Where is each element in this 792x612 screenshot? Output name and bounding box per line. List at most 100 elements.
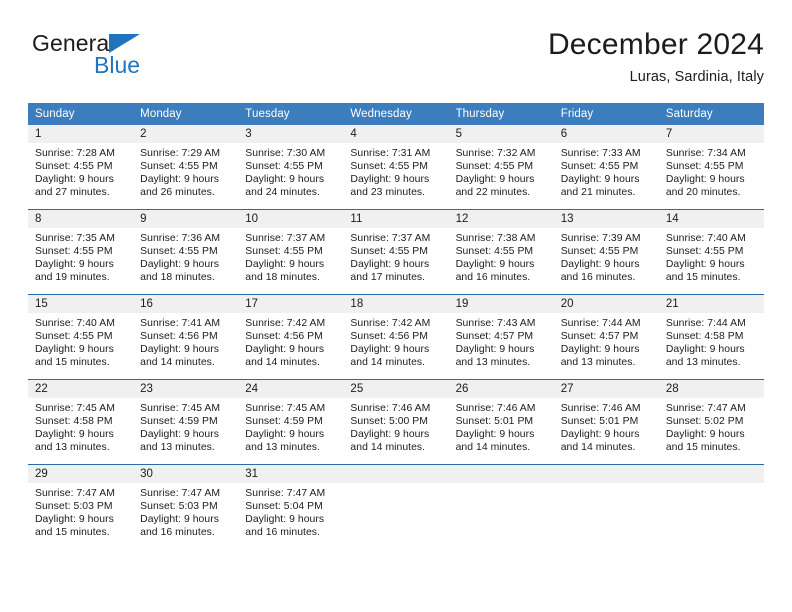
weekday-header-wednesday: Wednesday [343, 103, 449, 125]
daylight-text-line1: Daylight: 9 hours [350, 344, 430, 356]
daylight-text-line2: and 13 minutes. [140, 442, 215, 454]
day-details: Sunrise: 7:34 AM Sunset: 4:55 PM Daylight:… [659, 143, 764, 199]
daylight-text-line1: Daylight: 9 hours [665, 174, 745, 186]
day-details: Sunrise: 7:46 AM Sunset: 5:01 PM Daylight:… [449, 398, 554, 454]
sunrise-text: Sunrise: 7:46 AM [455, 403, 536, 414]
sunrise-sunset-calendar: Sunday Monday Tuesday Wednesday Thursday… [28, 103, 764, 549]
daylight-text-line1: Daylight: 9 hours [35, 259, 114, 271]
day-details: Sunrise: 7:46 AM Sunset: 5:00 PM Daylight:… [343, 398, 448, 454]
day-details: Sunrise: 7:47 AM Sunset: 5:03 PM Daylight:… [133, 483, 238, 539]
day-details: Sunrise: 7:29 AM Sunset: 4:55 PM Daylight:… [133, 143, 238, 199]
day-number: 30 [133, 465, 239, 483]
day-cell[interactable]: 24 Sunrise: 7:45 AM Sunset: 4:59 PM Dayligh… [238, 379, 344, 465]
sunrise-text: Sunrise: 7:35 AM [35, 233, 115, 244]
day-cell[interactable]: 7 Sunrise: 7:34 AM Sunset: 4:55 PM Daylight… [658, 125, 764, 210]
sunrise-text: Sunrise: 7:36 AM [140, 233, 221, 244]
day-details: Sunrise: 7:28 AM Sunset: 4:55 PM Daylight:… [28, 143, 133, 199]
day-number: 20 [553, 295, 659, 313]
day-cell[interactable]: 5 Sunrise: 7:32 AM Sunset: 4:55 PM Daylight… [448, 125, 554, 210]
weekday-header-sunday: Sunday [28, 103, 134, 125]
day-cell[interactable]: 4 Sunrise: 7:31 AM Sunset: 4:55 PM Daylight… [343, 125, 449, 210]
sunrise-text: Sunrise: 7:40 AM [665, 233, 746, 244]
sunrise-text: Sunrise: 7:44 AM [665, 318, 746, 329]
day-details: Sunrise: 7:41 AM Sunset: 4:56 PM Daylight:… [133, 313, 238, 369]
day-cell[interactable]: 18 Sunrise: 7:42 AM Sunset: 4:56 PM Dayligh… [343, 294, 449, 380]
daylight-text-line2: and 16 minutes. [560, 272, 636, 284]
day-cell[interactable]: 20 Sunrise: 7:44 AM Sunset: 4:57 PM Dayligh… [553, 294, 659, 380]
sunrise-text: Sunrise: 7:37 AM [350, 233, 431, 244]
day-cell-empty [343, 464, 449, 549]
daylight-text-line1: Daylight: 9 hours [665, 259, 745, 271]
daylight-text-line2: and 13 minutes. [245, 442, 320, 454]
day-cell[interactable]: 30 Sunrise: 7:47 AM Sunset: 5:03 PM Dayligh… [133, 464, 239, 549]
day-number: 16 [133, 295, 239, 313]
daylight-text-line2: and 14 minutes. [350, 442, 426, 454]
day-cell[interactable]: 31 Sunrise: 7:47 AM Sunset: 5:04 PM Dayligh… [238, 464, 344, 549]
day-cell[interactable]: 13 Sunrise: 7:39 AM Sunset: 4:55 PM Dayligh… [553, 209, 659, 295]
day-cell[interactable]: 22 Sunrise: 7:45 AM Sunset: 4:58 PM Dayligh… [28, 379, 134, 465]
day-cell[interactable]: 17 Sunrise: 7:42 AM Sunset: 4:56 PM Dayligh… [238, 294, 344, 380]
day-cell-empty [553, 464, 659, 549]
daylight-text-line2: and 27 minutes. [35, 187, 110, 199]
sunrise-text: Sunrise: 7:33 AM [560, 148, 641, 159]
day-cell[interactable]: 10 Sunrise: 7:37 AM Sunset: 4:55 PM Dayligh… [238, 209, 344, 295]
day-details: Sunrise: 7:39 AM Sunset: 4:55 PM Daylight:… [554, 228, 659, 284]
day-cell[interactable]: 28 Sunrise: 7:47 AM Sunset: 5:02 PM Dayligh… [658, 379, 764, 465]
day-details [659, 483, 764, 487]
day-number: 8 [28, 210, 134, 228]
day-cell[interactable]: 2 Sunrise: 7:29 AM Sunset: 4:55 PM Daylight… [133, 125, 239, 210]
daylight-text-line1: Daylight: 9 hours [665, 429, 745, 441]
day-cell[interactable]: 29 Sunrise: 7:47 AM Sunset: 5:03 PM Dayligh… [28, 464, 134, 549]
day-details: Sunrise: 7:44 AM Sunset: 4:57 PM Daylight:… [554, 313, 659, 369]
sunrise-text: Sunrise: 7:46 AM [560, 403, 641, 414]
daylight-text-line1: Daylight: 9 hours [245, 259, 325, 271]
day-cell[interactable]: 9 Sunrise: 7:36 AM Sunset: 4:55 PM Daylight… [133, 209, 239, 295]
day-cell[interactable]: 14 Sunrise: 7:40 AM Sunset: 4:55 PM Dayligh… [658, 209, 764, 295]
sunset-text: Sunset: 4:55 PM [455, 246, 534, 258]
day-number: 18 [343, 295, 449, 313]
day-cell[interactable]: 21 Sunrise: 7:44 AM Sunset: 4:58 PM Dayligh… [658, 294, 764, 380]
daylight-text-line1: Daylight: 9 hours [560, 429, 640, 441]
day-cell[interactable]: 19 Sunrise: 7:43 AM Sunset: 4:57 PM Dayligh… [448, 294, 554, 380]
sunset-text: Sunset: 4:55 PM [665, 161, 744, 173]
day-number [448, 465, 554, 483]
sunset-text: Sunset: 4:57 PM [455, 331, 534, 343]
day-cell[interactable]: 6 Sunrise: 7:33 AM Sunset: 4:55 PM Daylight… [553, 125, 659, 210]
daylight-text-line2: and 18 minutes. [245, 272, 320, 284]
daylight-text-line2: and 17 minutes. [350, 272, 426, 284]
sunrise-text: Sunrise: 7:38 AM [455, 233, 536, 244]
sunset-text: Sunset: 5:00 PM [350, 416, 428, 428]
calendar-week-row: 22 Sunrise: 7:45 AM Sunset: 4:58 PM Dayligh… [28, 379, 764, 465]
day-cell[interactable]: 15 Sunrise: 7:40 AM Sunset: 4:55 PM Dayligh… [28, 294, 134, 380]
sunset-text: Sunset: 4:58 PM [665, 331, 744, 343]
day-cell[interactable]: 23 Sunrise: 7:45 AM Sunset: 4:59 PM Dayligh… [133, 379, 239, 465]
day-cell[interactable]: 1 Sunrise: 7:28 AM Sunset: 4:55 PM Daylight… [28, 125, 134, 210]
sunset-text: Sunset: 5:02 PM [665, 416, 744, 428]
daylight-text-line1: Daylight: 9 hours [455, 174, 535, 186]
sunset-text: Sunset: 4:56 PM [245, 331, 323, 343]
daylight-text-line1: Daylight: 9 hours [140, 344, 219, 356]
daylight-text-line2: and 15 minutes. [35, 527, 110, 539]
daylight-text-line2: and 16 minutes. [245, 527, 320, 539]
day-cell[interactable]: 12 Sunrise: 7:38 AM Sunset: 4:55 PM Dayligh… [448, 209, 554, 295]
day-cell[interactable]: 25 Sunrise: 7:46 AM Sunset: 5:00 PM Dayligh… [343, 379, 449, 465]
daylight-text-line2: and 15 minutes. [665, 272, 741, 284]
day-number: 28 [658, 380, 764, 398]
day-cell[interactable]: 11 Sunrise: 7:37 AM Sunset: 4:55 PM Dayligh… [343, 209, 449, 295]
daylight-text-line2: and 14 minutes. [245, 357, 320, 369]
day-number [343, 465, 449, 483]
day-number [553, 465, 659, 483]
day-cell[interactable]: 3 Sunrise: 7:30 AM Sunset: 4:55 PM Daylight… [238, 125, 344, 210]
day-details: Sunrise: 7:35 AM Sunset: 4:55 PM Daylight:… [28, 228, 133, 284]
sunrise-text: Sunrise: 7:46 AM [350, 403, 431, 414]
day-cell[interactable]: 16 Sunrise: 7:41 AM Sunset: 4:56 PM Dayligh… [133, 294, 239, 380]
day-details [449, 483, 554, 487]
sunset-text: Sunset: 4:55 PM [245, 161, 323, 173]
page-header: General Blue December 2024 Luras, Sardin… [28, 28, 764, 96]
day-number: 24 [238, 380, 344, 398]
sunset-text: Sunset: 4:55 PM [35, 246, 113, 258]
day-cell[interactable]: 27 Sunrise: 7:46 AM Sunset: 5:01 PM Dayligh… [553, 379, 659, 465]
day-cell[interactable]: 26 Sunrise: 7:46 AM Sunset: 5:01 PM Dayligh… [448, 379, 554, 465]
day-cell[interactable]: 8 Sunrise: 7:35 AM Sunset: 4:55 PM Daylight… [28, 209, 134, 295]
daylight-text-line1: Daylight: 9 hours [245, 344, 325, 356]
